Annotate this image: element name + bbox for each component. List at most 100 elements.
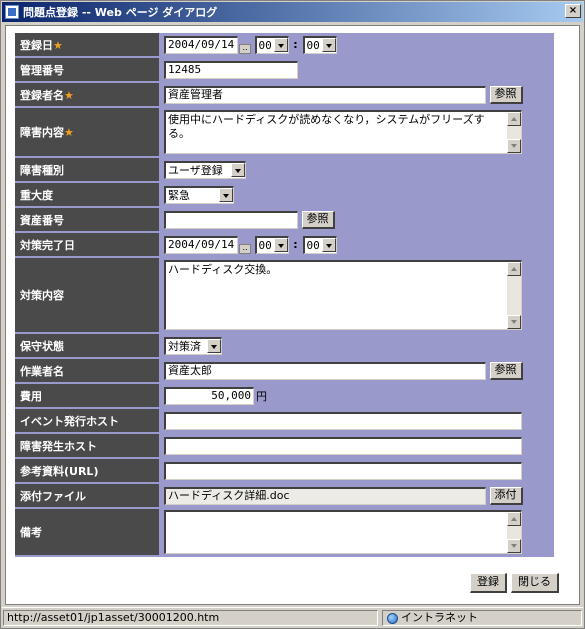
reg-hour-select[interactable]: 00 bbox=[254, 35, 289, 54]
label-cost: 費用 bbox=[15, 384, 163, 409]
registrant-input[interactable]: 資産管理者 bbox=[164, 85, 486, 104]
fix-minute-select[interactable]: 00 bbox=[302, 235, 337, 254]
window-title: 問題点登録 -- Web ページ ダイアログ bbox=[23, 6, 218, 19]
scrollbar[interactable] bbox=[507, 112, 521, 153]
fault-desc-text: 使用中にハードディスクが読めなくなり，システムがフリーズする。 bbox=[168, 113, 485, 140]
chevron-down-icon bbox=[273, 38, 288, 52]
required-star: ★ bbox=[53, 38, 63, 52]
scroll-up-icon[interactable] bbox=[507, 262, 521, 276]
worker-browse-button[interactable]: 参照 bbox=[489, 361, 523, 380]
fault-type-select[interactable]: ユーザ登録 bbox=[164, 160, 246, 179]
fix-date-calendar-button[interactable]: .. bbox=[239, 243, 251, 254]
fault-desc-textarea[interactable]: 使用中にハードディスクが読めなくなり，システムがフリーズする。 bbox=[164, 110, 522, 154]
scroll-down-icon[interactable] bbox=[507, 139, 521, 153]
chevron-down-icon bbox=[321, 38, 336, 52]
chevron-down-icon bbox=[207, 339, 221, 353]
close-window-button[interactable]: × bbox=[565, 4, 581, 18]
close-button[interactable]: 閉じる bbox=[511, 573, 559, 593]
fix-date-input[interactable]: 2004/09/14 bbox=[164, 235, 238, 254]
scroll-down-icon[interactable] bbox=[507, 315, 521, 329]
row-asset-no: 資産番号 参照 bbox=[15, 208, 554, 233]
reg-minute-select[interactable]: 00 bbox=[302, 35, 337, 54]
row-fix-date: 対策完了日 2004/09/14.. 00:00 bbox=[15, 233, 554, 258]
chevron-down-icon bbox=[321, 238, 336, 252]
title-bar: 問題点登録 -- Web ページ ダイアログ × bbox=[2, 2, 583, 22]
reference-url-input[interactable] bbox=[164, 461, 522, 480]
intranet-globe-icon bbox=[387, 612, 398, 624]
label-registrant: 登録者名★ bbox=[15, 83, 163, 108]
cost-input[interactable]: 50,000 bbox=[164, 386, 254, 405]
attach-button[interactable]: 添付 bbox=[489, 486, 523, 505]
severity-select[interactable]: 緊急 bbox=[164, 185, 234, 204]
fault-host-input[interactable] bbox=[164, 436, 522, 455]
label-fix-date: 対策完了日 bbox=[15, 233, 163, 258]
row-registrant: 登録者名★ 資産管理者 参照 bbox=[15, 83, 554, 108]
cost-unit: 円 bbox=[256, 389, 267, 403]
fix-desc-textarea[interactable]: ハードディスク交換。 bbox=[164, 260, 522, 330]
scroll-down-icon[interactable] bbox=[507, 539, 521, 553]
app-icon bbox=[5, 5, 19, 19]
required-star: ★ bbox=[64, 126, 74, 139]
registrant-browse-button[interactable]: 参照 bbox=[489, 85, 523, 104]
label-fault-desc: 障害内容★ bbox=[15, 108, 163, 158]
time-colon: : bbox=[293, 38, 298, 51]
asset-browse-button[interactable]: 参照 bbox=[301, 210, 335, 229]
reg-date-calendar-button[interactable]: .. bbox=[239, 43, 251, 54]
label-fix-desc: 対策内容 bbox=[15, 258, 163, 334]
chevron-down-icon bbox=[273, 238, 288, 252]
fix-desc-text: ハードディスク交換。 bbox=[168, 263, 278, 276]
attachment-input[interactable]: ハードディスク詳細.doc bbox=[164, 486, 486, 505]
row-worker: 作業者名 資産太郎 参照 bbox=[15, 359, 554, 384]
label-reg-date: 登録日★ bbox=[15, 33, 163, 58]
zone-label: イントラネット bbox=[401, 611, 478, 624]
required-star: ★ bbox=[64, 88, 74, 102]
chevron-down-icon bbox=[219, 188, 233, 202]
dialog-content: 登録日★ 2004/09/14.. 00:00 管理番号 12485 登録者名★… bbox=[5, 25, 580, 605]
row-remarks: 備考 bbox=[15, 509, 554, 557]
row-severity: 重大度 緊急 bbox=[15, 183, 554, 208]
label-fault-type: 障害種別 bbox=[15, 158, 163, 183]
label-attachment: 添付ファイル bbox=[15, 484, 163, 509]
form-table: 登録日★ 2004/09/14.. 00:00 管理番号 12485 登録者名★… bbox=[15, 33, 554, 557]
scroll-up-icon[interactable] bbox=[507, 512, 521, 526]
row-event-host: イベント発行ホスト bbox=[15, 409, 554, 434]
label-severity: 重大度 bbox=[15, 183, 163, 208]
row-cost: 費用 50,000 円 bbox=[15, 384, 554, 409]
label-asset-no: 資産番号 bbox=[15, 208, 163, 233]
label-mgmt-no: 管理番号 bbox=[15, 58, 163, 83]
time-colon: : bbox=[293, 238, 298, 251]
status-zone: イントラネット bbox=[382, 610, 582, 626]
status-bar: http://asset01/jp1asset/30001200.htm イント… bbox=[2, 607, 583, 627]
label-reference: 参考資料(URL) bbox=[15, 459, 163, 484]
remarks-textarea[interactable] bbox=[164, 510, 522, 554]
label-event-host: イベント発行ホスト bbox=[15, 409, 163, 434]
worker-input[interactable]: 資産太郎 bbox=[164, 361, 486, 380]
form-panel: 登録日★ 2004/09/14.. 00:00 管理番号 12485 登録者名★… bbox=[15, 33, 554, 557]
row-fault-desc: 障害内容★ 使用中にハードディスクが読めなくなり，システムがフリーズする。 bbox=[15, 108, 554, 158]
fix-hour-select[interactable]: 00 bbox=[254, 235, 289, 254]
scroll-up-icon[interactable] bbox=[507, 112, 521, 126]
row-reference: 参考資料(URL) bbox=[15, 459, 554, 484]
maint-status-select[interactable]: 対策済 bbox=[164, 336, 222, 355]
dialog-buttons: 登録 閉じる bbox=[466, 573, 559, 593]
register-button[interactable]: 登録 bbox=[470, 573, 507, 593]
event-host-input[interactable] bbox=[164, 411, 522, 430]
row-maint-status: 保守状態 対策済 bbox=[15, 334, 554, 359]
row-reg-date: 登録日★ 2004/09/14.. 00:00 bbox=[15, 33, 554, 58]
row-fault-host: 障害発生ホスト bbox=[15, 434, 554, 459]
row-fault-type: 障害種別 ユーザ登録 bbox=[15, 158, 554, 183]
row-attachment: 添付ファイル ハードディスク詳細.doc 添付 bbox=[15, 484, 554, 509]
row-fix-desc: 対策内容 ハードディスク交換。 bbox=[15, 258, 554, 334]
chevron-down-icon bbox=[231, 163, 245, 177]
scrollbar[interactable] bbox=[507, 262, 521, 329]
label-maint-status: 保守状態 bbox=[15, 334, 163, 359]
label-remarks: 備考 bbox=[15, 509, 163, 557]
label-fault-host: 障害発生ホスト bbox=[15, 434, 163, 459]
reg-date-input[interactable]: 2004/09/14 bbox=[164, 35, 238, 54]
asset-no-input[interactable] bbox=[164, 210, 298, 229]
dialog-window: 問題点登録 -- Web ページ ダイアログ × 登録日★ 2004/09/14… bbox=[0, 0, 585, 629]
status-url: http://asset01/jp1asset/30001200.htm bbox=[3, 610, 378, 626]
row-mgmt-no: 管理番号 12485 bbox=[15, 58, 554, 83]
scrollbar[interactable] bbox=[507, 512, 521, 553]
mgmt-no-input[interactable]: 12485 bbox=[164, 60, 298, 79]
